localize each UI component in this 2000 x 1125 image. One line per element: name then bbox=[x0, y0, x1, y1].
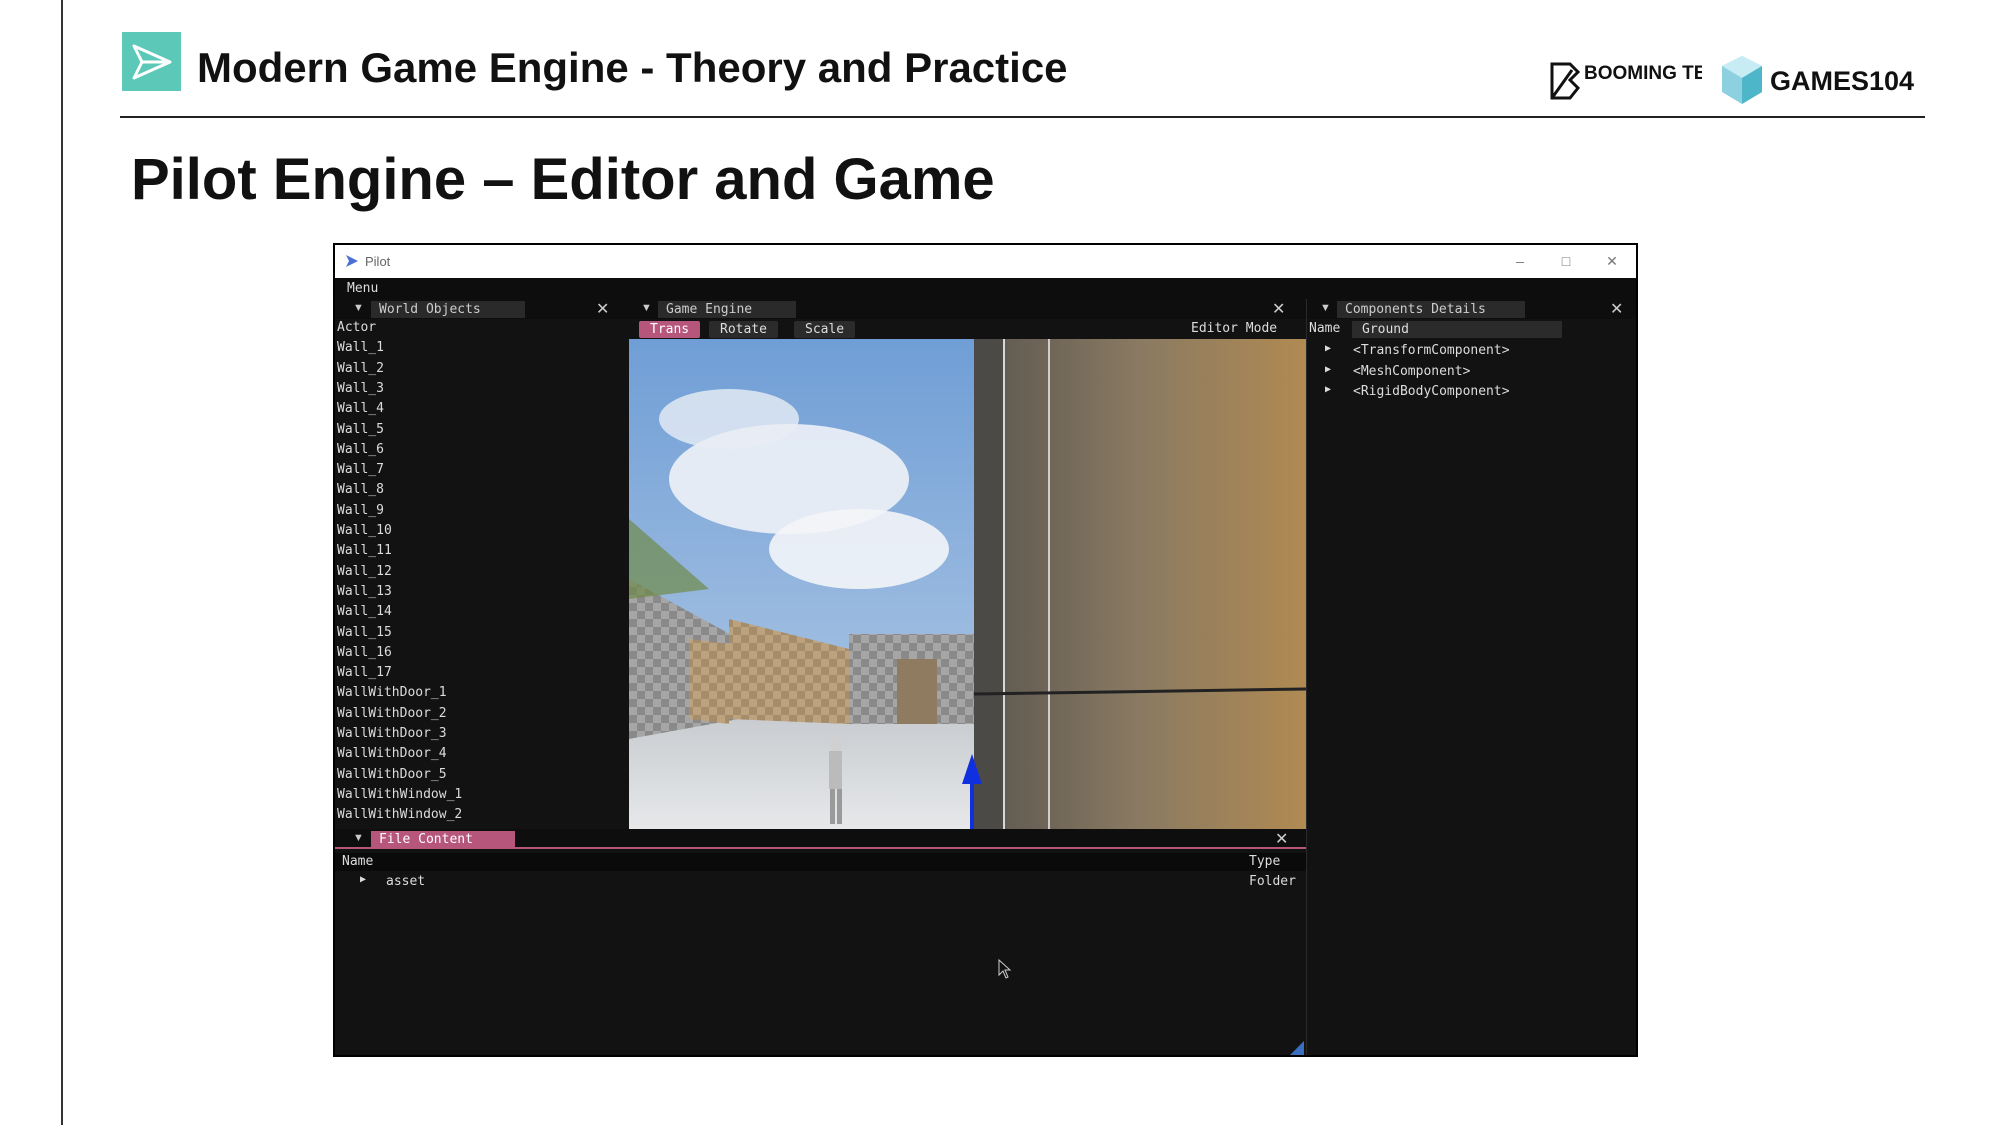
collapse-arrow-icon[interactable]: ▼ bbox=[1320, 302, 1331, 314]
list-item[interactable]: Wall_9 bbox=[337, 503, 384, 518]
component-item[interactable]: ▶ <MeshComponent> bbox=[1307, 363, 1636, 382]
list-item[interactable]: Wall_14 bbox=[337, 604, 392, 619]
list-item[interactable]: Wall_10 bbox=[337, 523, 392, 538]
minimize-button[interactable]: – bbox=[1500, 249, 1540, 273]
list-item[interactable]: Wall_13 bbox=[337, 584, 392, 599]
booming-logo-text: BOOMING TECH bbox=[1584, 63, 1702, 84]
tab-game-engine[interactable]: Game Engine bbox=[658, 301, 796, 318]
window-title: Pilot bbox=[365, 254, 391, 269]
list-item[interactable]: Wall_5 bbox=[337, 422, 384, 437]
list-item[interactable]: Wall_16 bbox=[337, 645, 392, 660]
table-row[interactable]: ▶ asset Folder bbox=[335, 873, 1306, 891]
list-item[interactable]: WallWithWindow_2 bbox=[337, 807, 462, 822]
expand-arrow-icon[interactable]: ▶ bbox=[1325, 343, 1331, 354]
close-icon[interactable]: ✕ bbox=[596, 299, 609, 319]
component-label: <MeshComponent> bbox=[1353, 363, 1471, 379]
list-item[interactable]: Wall_11 bbox=[337, 543, 392, 558]
menu-button[interactable]: Menu bbox=[347, 281, 378, 296]
expand-arrow-icon[interactable]: ▶ bbox=[1325, 384, 1331, 395]
game-engine-toolbar: Trans Rotate Scale Editor Mode bbox=[628, 319, 1303, 339]
file-table-header: Name Type bbox=[335, 853, 1306, 871]
games104-logo-text: GAMES104 bbox=[1770, 66, 1914, 96]
close-icon[interactable]: ✕ bbox=[1275, 829, 1288, 849]
list-item[interactable]: Wall_17 bbox=[337, 665, 392, 680]
header-divider bbox=[120, 116, 1925, 118]
game-engine-tabbar: ▼ Game Engine ✕ bbox=[628, 299, 1306, 319]
file-content-panel: ▼ File Content ✕ Name Type ▶ asset Folde… bbox=[335, 829, 1306, 1055]
list-item[interactable]: Wall_1 bbox=[337, 340, 384, 355]
close-icon[interactable]: ✕ bbox=[1272, 299, 1285, 319]
slide-logo-icon bbox=[122, 32, 181, 91]
game-viewport[interactable] bbox=[629, 339, 1306, 829]
close-window-button[interactable]: ✕ bbox=[1592, 249, 1632, 273]
expand-arrow-icon[interactable]: ▶ bbox=[360, 874, 366, 885]
list-item[interactable]: Wall_2 bbox=[337, 361, 384, 376]
expand-arrow-icon[interactable]: ▶ bbox=[1325, 364, 1331, 375]
booming-tech-logo: BOOMING TECH bbox=[1550, 62, 1702, 100]
scene-render bbox=[629, 339, 1306, 829]
component-label: <TransformComponent> bbox=[1353, 343, 1510, 358]
list-item[interactable]: WallWithDoor_5 bbox=[337, 767, 447, 782]
collapse-arrow-icon[interactable]: ▼ bbox=[353, 832, 364, 844]
slide-header-title: Modern Game Engine - Theory and Practice bbox=[197, 44, 1068, 91]
tab-file-content[interactable]: File Content bbox=[371, 831, 515, 848]
list-item[interactable]: Wall_8 bbox=[337, 482, 384, 497]
name-field[interactable]: Ground bbox=[1352, 321, 1562, 338]
list-item[interactable]: WallWithDoor_1 bbox=[337, 685, 447, 700]
file-type: Folder bbox=[1249, 874, 1296, 889]
slide-left-rule bbox=[61, 0, 63, 1125]
close-icon[interactable]: ✕ bbox=[1610, 299, 1623, 319]
window-titlebar[interactable]: Pilot – □ ✕ bbox=[335, 245, 1636, 278]
column-name-header: Name bbox=[342, 854, 374, 869]
file-content-tabbar: ▼ File Content ✕ bbox=[335, 829, 1306, 849]
games104-logo: GAMES104 bbox=[1722, 56, 1914, 104]
component-label: <RigidBodyComponent> bbox=[1353, 384, 1510, 399]
menu-bar: Menu bbox=[335, 278, 1636, 299]
maximize-button[interactable]: □ bbox=[1546, 249, 1586, 273]
component-item[interactable]: ▶ <RigidBodyComponent> bbox=[1307, 384, 1636, 402]
resize-grip-icon[interactable] bbox=[1290, 1041, 1304, 1055]
file-name: asset bbox=[386, 874, 426, 889]
scale-button[interactable]: Scale bbox=[794, 321, 856, 338]
pilot-app-window: Pilot – □ ✕ Menu ▼ World Objects ✕ Actor… bbox=[333, 243, 1638, 1057]
list-item[interactable]: WallWithWindow_1 bbox=[337, 787, 462, 802]
world-object-header: Actor bbox=[337, 320, 377, 335]
list-item[interactable]: Wall_4 bbox=[337, 401, 384, 416]
collapse-arrow-icon[interactable]: ▼ bbox=[641, 302, 652, 314]
slide-title: Pilot Engine – Editor and Game bbox=[131, 147, 995, 212]
list-item[interactable]: Wall_7 bbox=[337, 462, 384, 477]
tab-world-objects[interactable]: World Objects bbox=[371, 301, 525, 318]
rotate-button[interactable]: Rotate bbox=[709, 321, 778, 338]
editor-mode-label: Editor Mode bbox=[1191, 321, 1278, 336]
collapse-arrow-icon[interactable]: ▼ bbox=[353, 302, 364, 314]
components-tabbar: ▼ Components Details ✕ bbox=[1307, 299, 1636, 319]
tab-components-details[interactable]: Components Details bbox=[1337, 301, 1525, 318]
trans-button[interactable]: Trans bbox=[639, 321, 701, 338]
list-item[interactable]: WallWithDoor_4 bbox=[337, 746, 447, 761]
list-item[interactable]: Wall_6 bbox=[337, 442, 384, 457]
name-label: Name bbox=[1309, 321, 1341, 336]
list-item[interactable]: WallWithDoor_3 bbox=[337, 726, 447, 741]
list-item[interactable]: Wall_3 bbox=[337, 381, 384, 396]
column-type-header: Type bbox=[1249, 854, 1281, 869]
list-item[interactable]: Wall_15 bbox=[337, 625, 392, 640]
list-item[interactable]: Wall_12 bbox=[337, 564, 392, 579]
world-objects-panel: ▼ World Objects ✕ Actor Wall_1 Wall_2 Wall_… bbox=[335, 299, 628, 829]
components-details-panel: ▼ Components Details ✕ Name Ground ▶ <Tra… bbox=[1306, 299, 1636, 1055]
component-item[interactable]: ▶ <TransformComponent> bbox=[1307, 343, 1636, 361]
world-objects-tabbar: ▼ World Objects ✕ bbox=[335, 299, 628, 319]
pilot-app-icon bbox=[346, 255, 358, 267]
list-item[interactable]: WallWithDoor_2 bbox=[337, 706, 447, 721]
mouse-cursor-icon bbox=[998, 959, 1012, 979]
